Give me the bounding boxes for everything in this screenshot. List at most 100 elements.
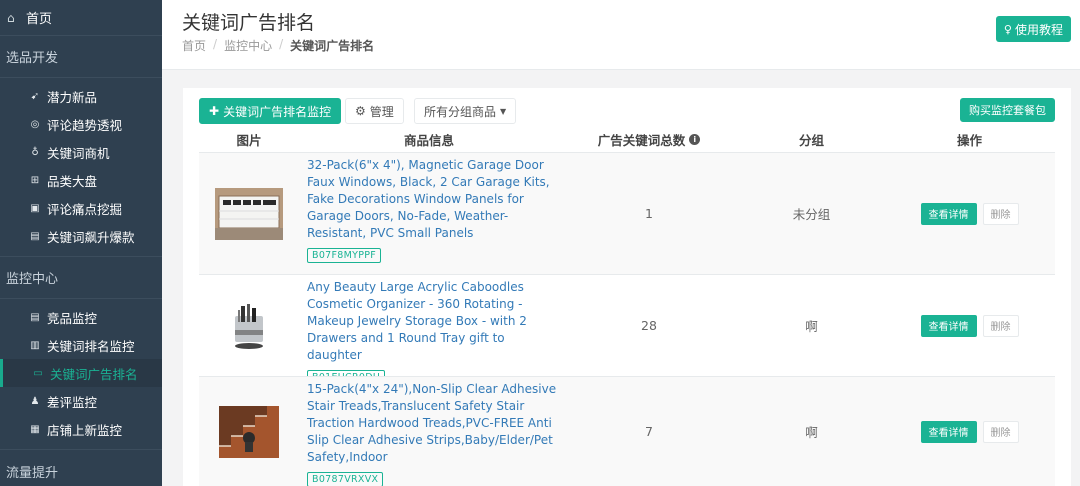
tutorial-button[interactable]: ♀ 使用教程 [995, 16, 1071, 42]
stair-treads-thumbnail[interactable] [219, 405, 279, 458]
delete-button[interactable]: 删除 [982, 314, 1019, 337]
comment-icon: ▣ [30, 202, 40, 214]
sidebar-item-label: 关键词排名监控 [47, 338, 135, 354]
group-cell: 啊 [739, 377, 884, 486]
sidebar-item-review-pain-points[interactable]: ▣ 评论痛点挖掘 [0, 194, 162, 222]
sidebar-group-selection: ➹ 潜力新品 ◎ 评论趋势透视 ♁ 关键词商机 ⊞ 品类大盘 ▣ 评论痛点挖掘 … [0, 78, 162, 257]
sidebar-item-competitor-monitor[interactable]: ▤ 竞品监控 [0, 303, 162, 331]
add-keyword-ad-monitor-button[interactable]: ✚ 关键词广告排名监控 [199, 98, 342, 124]
actions-cell: 查看详情 删除 [884, 275, 1055, 376]
product-info-cell: 15-Pack(4"x 24"),Non-Slip Clear Adhesive… [299, 377, 559, 486]
product-image-cell [199, 275, 299, 376]
column-header-actions: 操作 [956, 132, 982, 148]
sidebar-section-monitoring[interactable]: 监控中心 [0, 257, 162, 299]
caret-down-icon: ▼ [500, 106, 507, 116]
column-header-group: 分组 [798, 132, 824, 148]
lightbulb-icon: ♀ [1003, 22, 1012, 36]
column-header-keyword-count-label: 广告关键词总数 [597, 132, 686, 148]
manage-button[interactable]: ⚙ 管理 [345, 98, 404, 124]
buy-package-button[interactable]: 购买监控套餐包 [960, 98, 1055, 122]
keyword-count-cell: 1 [559, 153, 739, 274]
product-title-link[interactable]: 15-Pack(4"x 24"),Non-Slip Clear Adhesive… [307, 381, 559, 466]
sidebar-item-label: 品类大盘 [47, 173, 98, 189]
product-info-cell: Any Beauty Large Acrylic Caboodles Cosme… [299, 275, 559, 385]
breadcrumb-home[interactable]: 首页 [182, 37, 206, 54]
table-header: 图片 商品信息 广告关键词总数 i 分组 操作 [199, 128, 1055, 150]
store-icon: ▦ [30, 423, 40, 435]
view-details-button[interactable]: 查看详情 [920, 202, 977, 225]
monitor-icon: ▭ [33, 367, 43, 379]
product-image-cell [199, 377, 299, 486]
breadcrumb-separator: / [213, 37, 218, 51]
sidebar-item-label: 潜力新品 [47, 89, 98, 105]
target-icon: ◎ [30, 118, 40, 130]
toolbar: ✚ 关键词广告排名监控 ⚙ 管理 所有分组商品 ▼ 购买监控套餐包 [199, 98, 1071, 124]
column-header-product-info: 商品信息 [403, 132, 454, 148]
keyword-count-value: 7 [645, 424, 653, 439]
asin-badge[interactable]: B0787VRXVX [307, 472, 384, 486]
sidebar-section-traffic[interactable]: 流量提升 [0, 450, 162, 486]
chart-box-icon: ▤ [30, 230, 40, 242]
group-value: 啊 [805, 319, 818, 334]
delete-button[interactable]: 删除 [982, 420, 1019, 443]
view-details-button[interactable]: 查看详情 [920, 314, 977, 337]
product-title-link[interactable]: 32-Pack(6"x 4"), Magnetic Garage Door Fa… [307, 157, 559, 242]
product-image-cell [199, 153, 299, 274]
sidebar-section-selection[interactable]: 选品开发 [0, 36, 162, 78]
home-icon: ⌂ [7, 10, 15, 25]
delete-button[interactable]: 删除 [982, 202, 1019, 225]
table-row: 32-Pack(6"x 4"), Magnetic Garage Door Fa… [199, 152, 1055, 274]
sidebar-item-category-overview[interactable]: ⊞ 品类大盘 [0, 166, 162, 194]
table-row: Any Beauty Large Acrylic Caboodles Cosme… [199, 274, 1055, 385]
thumbs-down-icon: ♟ [30, 395, 40, 407]
column-header-image: 图片 [236, 132, 262, 148]
garage-door-thumbnail[interactable] [215, 187, 283, 240]
row-actions: 查看详情 删除 [920, 420, 1019, 443]
sidebar-item-label: 关键词广告排名 [50, 366, 138, 382]
sidebar-item-label: 评论痛点挖掘 [47, 201, 123, 217]
breadcrumb-separator: / [279, 37, 284, 51]
plus-icon: ✚ [209, 104, 220, 118]
breadcrumb-monitoring[interactable]: 监控中心 [224, 37, 272, 54]
sidebar-item-label: 关键词飙升爆款 [47, 229, 135, 245]
keyword-count-value: 1 [645, 206, 653, 221]
bulb-icon: ♁ [31, 146, 39, 158]
sidebar-item-keyword-surge[interactable]: ▤ 关键词飙升爆款 [0, 222, 162, 250]
group-value: 啊 [805, 425, 818, 440]
content-panel: ✚ 关键词广告排名监控 ⚙ 管理 所有分组商品 ▼ 购买监控套餐包 图片 商品信… [183, 88, 1071, 486]
breadcrumb-current: 关键词广告排名 [290, 39, 375, 53]
sidebar-home-label: 首页 [26, 12, 53, 27]
group-filter-dropdown[interactable]: 所有分组商品 ▼ [414, 98, 517, 124]
list-icon: ▤ [30, 311, 40, 323]
sidebar-item-keyword-rank-monitor[interactable]: ▥ 关键词排名监控 [0, 331, 162, 359]
actions-cell: 查看详情 删除 [884, 377, 1055, 486]
cosmetic-organizer-thumbnail[interactable] [229, 299, 269, 352]
sidebar: ⌂ 首页 选品开发 ➹ 潜力新品 ◎ 评论趋势透视 ♁ 关键词商机 ⊞ 品类大盘… [0, 0, 162, 486]
page-header: 关键词广告排名 首页 / 监控中心 / 关键词广告排名 ♀ 使用教程 [162, 0, 1080, 70]
sidebar-item-label: 关键词商机 [47, 145, 110, 161]
sidebar-item-label: 店铺上新监控 [47, 422, 123, 438]
product-info-cell: 32-Pack(6"x 4"), Magnetic Garage Door Fa… [299, 153, 559, 274]
sidebar-home[interactable]: ⌂ 首页 [0, 0, 162, 36]
keyword-count-cell: 7 [559, 377, 739, 486]
sidebar-item-review-trends[interactable]: ◎ 评论趋势透视 [0, 110, 162, 138]
sidebar-item-keyword-opportunity[interactable]: ♁ 关键词商机 [0, 138, 162, 166]
sidebar-item-keyword-ad-rank[interactable]: ▭ 关键词广告排名 [0, 359, 162, 387]
page-title: 关键词广告排名 [182, 12, 316, 34]
product-title-link[interactable]: Any Beauty Large Acrylic Caboodles Cosme… [307, 279, 559, 364]
sidebar-item-store-new-monitor[interactable]: ▦ 店铺上新监控 [0, 415, 162, 443]
group-cell: 未分组 [739, 153, 884, 274]
grid-icon: ⊞ [30, 174, 40, 186]
buy-package-label: 购买监控套餐包 [969, 104, 1046, 117]
row-actions: 查看详情 删除 [920, 202, 1019, 225]
sidebar-group-monitoring: ▤ 竞品监控 ▥ 关键词排名监控 ▭ 关键词广告排名 ♟ 差评监控 ▦ 店铺上新… [0, 299, 162, 450]
keyword-count-cell: 28 [559, 275, 739, 376]
rocket-icon: ➹ [30, 90, 40, 102]
sidebar-item-label: 竞品监控 [47, 310, 98, 326]
asin-badge[interactable]: B07F8MYPPF [307, 248, 382, 263]
info-icon[interactable]: i [689, 133, 701, 145]
sidebar-item-potential-products[interactable]: ➹ 潜力新品 [0, 82, 162, 110]
sidebar-item-negative-review-monitor[interactable]: ♟ 差评监控 [0, 387, 162, 415]
view-details-button[interactable]: 查看详情 [920, 420, 977, 443]
table-row: 15-Pack(4"x 24"),Non-Slip Clear Adhesive… [199, 376, 1055, 486]
